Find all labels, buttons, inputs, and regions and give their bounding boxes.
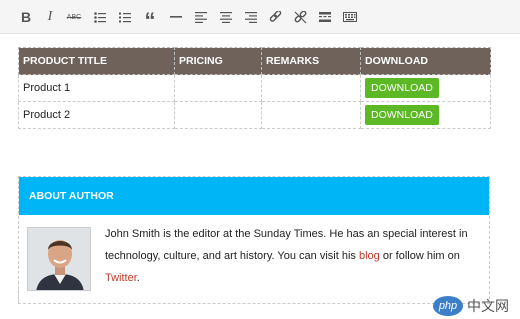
download-cell: DOWNLOAD: [360, 101, 491, 129]
horizontal-line-icon[interactable]: [166, 7, 186, 27]
align-center-icon[interactable]: [216, 7, 236, 27]
read-more-icon[interactable]: [315, 7, 335, 27]
blockquote-icon[interactable]: “: [140, 7, 160, 32]
insert-link-icon[interactable]: [265, 7, 285, 27]
header-download: DOWNLOAD: [360, 47, 491, 75]
watermark-text: 中文网: [467, 299, 509, 315]
table-row: Product 2 DOWNLOAD: [18, 101, 491, 129]
pricing-cell: [174, 101, 262, 129]
header-remarks: REMARKS: [261, 47, 361, 75]
bold-icon[interactable]: B: [16, 7, 36, 27]
align-left-icon[interactable]: [191, 7, 211, 27]
product-title-cell: Product 2: [18, 101, 175, 129]
content-border: [18, 276, 490, 302]
product-table: PRODUCT TITLE PRICING REMARKS DOWNLOAD P…: [18, 47, 491, 129]
strikethrough-icon[interactable]: ABC: [64, 7, 84, 27]
numbered-list-icon[interactable]: [115, 7, 135, 27]
remarks-cell: [261, 101, 361, 129]
download-button[interactable]: DOWNLOAD: [365, 105, 439, 125]
blog-link[interactable]: blog: [359, 250, 380, 262]
header-pricing: PRICING: [174, 47, 262, 75]
bulleted-list-icon[interactable]: [90, 7, 110, 27]
download-button[interactable]: DOWNLOAD: [365, 78, 439, 98]
author-bio-text: or follow him on: [379, 250, 460, 262]
site-watermark: php 中文网: [433, 293, 520, 319]
align-right-icon[interactable]: [241, 7, 261, 27]
pricing-cell: [174, 74, 262, 102]
remarks-cell: [261, 74, 361, 102]
product-title-cell: Product 1: [18, 74, 175, 102]
italic-icon[interactable]: I: [40, 7, 60, 27]
header-product-title: PRODUCT TITLE: [18, 47, 175, 75]
editor-toolbar: B I ABC “: [0, 0, 520, 34]
download-cell: DOWNLOAD: [360, 74, 491, 102]
author-box-heading: ABOUT AUTHOR: [19, 177, 489, 215]
table-row: Product 1 DOWNLOAD: [18, 74, 491, 102]
toolbar-toggle-icon[interactable]: [340, 7, 360, 27]
php-logo: php: [433, 296, 463, 316]
table-header-row: PRODUCT TITLE PRICING REMARKS DOWNLOAD: [18, 47, 491, 75]
remove-link-icon[interactable]: [290, 7, 310, 27]
